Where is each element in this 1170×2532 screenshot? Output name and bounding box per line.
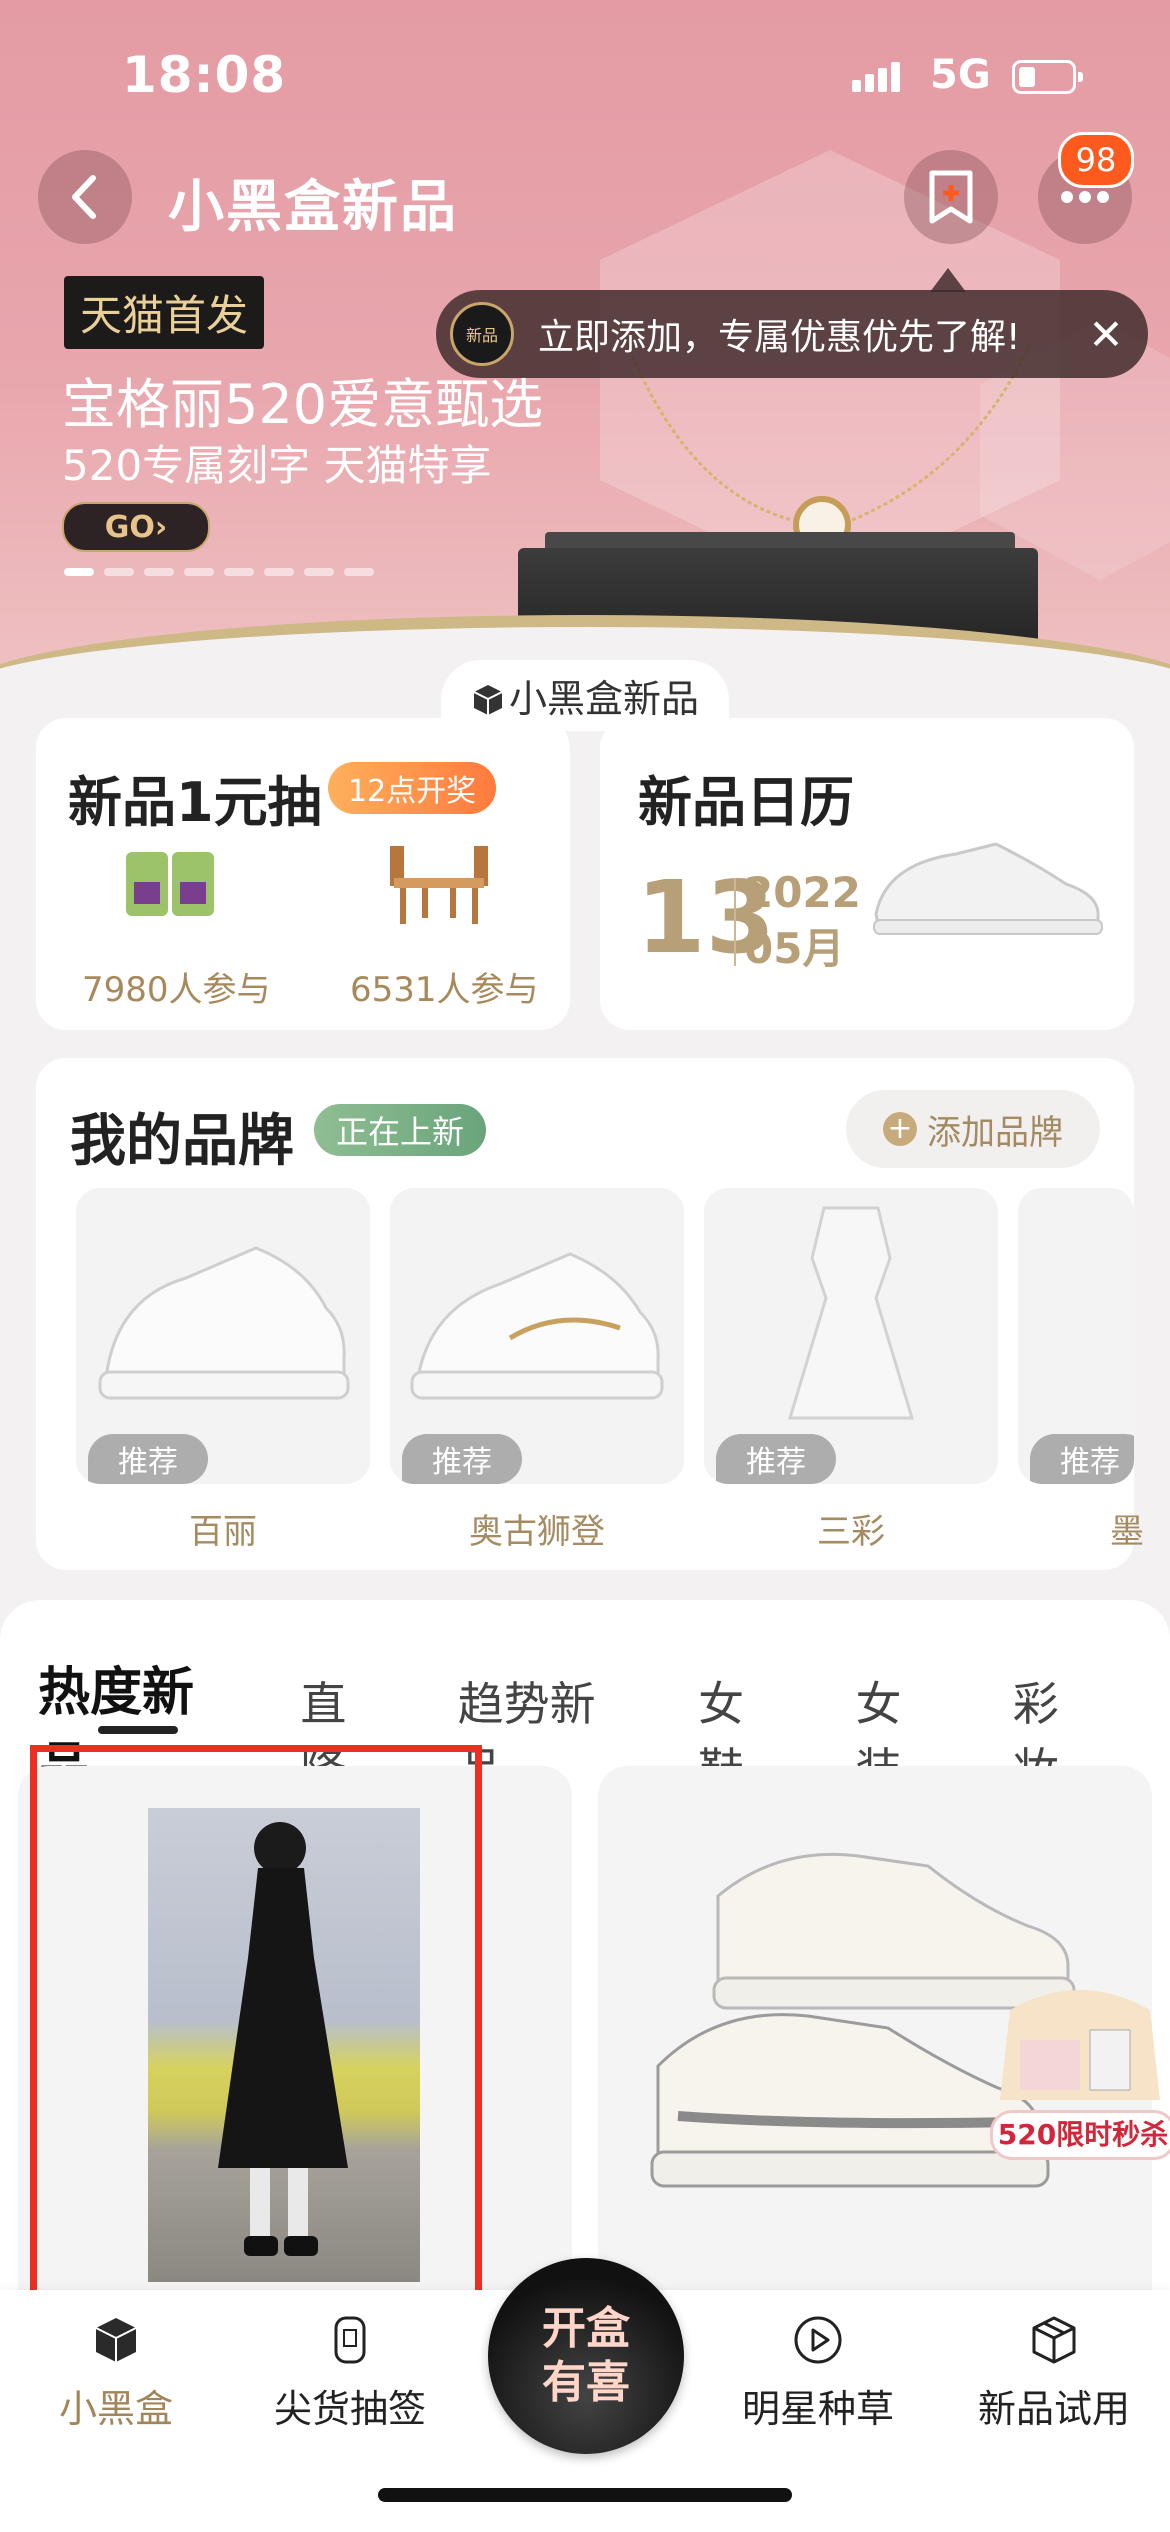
open-box-line2: 有喜 <box>542 2357 630 2408</box>
nav-label: 明星种草 <box>741 2387 894 2431</box>
sneaker-image <box>873 842 1103 935</box>
box-icon <box>1032 2316 1076 2364</box>
bookmark-button[interactable] <box>904 150 998 244</box>
add-brand-button[interactable]: + 添加品牌 <box>846 1090 1100 1168</box>
snack-pack-image[interactable] <box>124 848 216 920</box>
lottery-count: 6531人参与 <box>350 970 539 1010</box>
dress-image <box>787 1206 915 1420</box>
tmall-first-tag: 天猫首发 <box>64 276 265 349</box>
brand-tile[interactable]: 推荐 <box>1018 1188 1134 1484</box>
recommend-tag: 推荐 <box>1030 1434 1134 1484</box>
banner-go-button[interactable]: GO› <box>62 502 210 552</box>
nav-item-trial[interactable]: 新品试用 <box>954 2314 1154 2433</box>
brand-name: 百丽 <box>189 1512 257 1552</box>
open-box-line1: 开盒 <box>542 2303 630 2354</box>
carousel-indicator <box>64 568 374 576</box>
brand-tile[interactable]: 推荐 <box>390 1188 684 1484</box>
carousel-dot <box>64 568 94 576</box>
flash-sale-label: 520限时秒杀 <box>990 2110 1170 2160</box>
active-tab-indicator <box>98 1726 178 1734</box>
nav-item-black-box[interactable]: 小黑盒 <box>16 2314 216 2433</box>
toast-pointer <box>930 268 966 292</box>
gift-bundle-image <box>1000 1990 1160 2100</box>
close-icon[interactable]: ✕ <box>1076 310 1136 359</box>
dining-table-image[interactable] <box>384 838 494 928</box>
carousel-dot <box>144 568 174 576</box>
calendar-title: 新品日历 <box>638 771 854 834</box>
carousel-dot <box>184 568 214 576</box>
play-circle-icon <box>794 2316 842 2364</box>
my-brands-title: 我的品牌 <box>70 1109 294 1174</box>
battery-icon <box>1012 60 1083 94</box>
cube-icon <box>95 2318 137 2362</box>
lottery-count: 7980人参与 <box>82 970 271 1010</box>
lottery-title: 新品1元抽 <box>68 771 322 834</box>
bookmark-add-icon <box>929 170 973 224</box>
carousel-dot <box>344 568 374 576</box>
brand-name: 墨 <box>1110 1512 1144 1552</box>
nav-label: 尖货抽签 <box>273 2387 426 2431</box>
brand-tile[interactable]: 推荐 <box>704 1188 998 1484</box>
carousel-dot <box>224 568 254 576</box>
back-button[interactable] <box>38 150 132 244</box>
page-title: 小黑盒新品 <box>168 175 458 240</box>
calendar-year: 2022 <box>744 868 861 917</box>
banner-subtitle: 520专属刻字 天猫特享 <box>62 441 492 490</box>
signal-icon <box>852 62 904 92</box>
toast-text: 立即添加，专属优惠优先了解! <box>538 317 1021 358</box>
recommend-tag: 推荐 <box>716 1434 836 1484</box>
add-brand-label: 添加品牌 <box>927 1112 1063 1153</box>
calendar-divider <box>734 878 736 966</box>
status-time: 18:08 <box>122 46 287 104</box>
more-dots-icon <box>1061 191 1109 203</box>
ticket-icon <box>334 2316 366 2364</box>
brand-name: 奥古狮登 <box>469 1512 605 1552</box>
selection-highlight <box>30 1745 482 2307</box>
section-label-text: 小黑盒新品 <box>508 677 699 721</box>
notification-badge: 98 <box>1058 132 1134 188</box>
draw-time-pill: 12点开奖 <box>328 762 497 814</box>
nav-label: 小黑盒 <box>58 2387 173 2431</box>
recommend-tag: 推荐 <box>402 1434 522 1484</box>
nav-label: 新品试用 <box>977 2387 1130 2431</box>
cube-icon <box>473 685 503 715</box>
network-label: 5G <box>930 52 991 98</box>
home-indicator <box>378 2488 792 2502</box>
new-product-logo-icon: 新品 <box>450 302 514 366</box>
nav-item-lottery[interactable]: 尖货抽签 <box>250 2314 450 2433</box>
sneaker-image <box>98 1246 350 1400</box>
carousel-dot <box>264 568 294 576</box>
carousel-dot <box>304 568 334 576</box>
sneaker-image <box>410 1252 664 1400</box>
brand-tile[interactable]: 推荐 <box>76 1188 370 1484</box>
add-tip-toast[interactable]: 新品 立即添加，专属优惠优先了解! ✕ <box>436 290 1148 378</box>
calendar-month: 05月 <box>744 924 845 973</box>
carousel-dot <box>104 568 134 576</box>
plus-icon: + <box>883 1112 917 1146</box>
nav-item-star-picks[interactable]: 明星种草 <box>718 2314 918 2433</box>
flash-sale-float[interactable]: 520限时秒杀 <box>990 1980 1170 2180</box>
brand-name: 三彩 <box>817 1512 885 1552</box>
open-box-button[interactable]: 开盒 有喜 <box>488 2258 684 2454</box>
recommend-tag: 推荐 <box>88 1434 208 1484</box>
chevron-left-icon <box>72 175 96 219</box>
new-arrival-pill: 正在上新 <box>314 1104 487 1156</box>
